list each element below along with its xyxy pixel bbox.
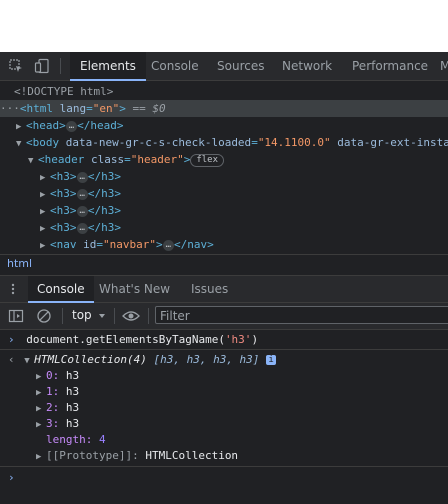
tab-elements[interactable]: Elements <box>70 52 146 81</box>
collapsed-content-ellipsis[interactable]: … <box>65 120 78 132</box>
body-node[interactable]: ▼ <body data-new-gr-c-s-check-loaded="14.… <box>16 134 448 151</box>
h3-node-1[interactable]: ▶ <h3>… </h3> <box>40 185 121 202</box>
drawer-tab-console[interactable]: Console <box>28 276 94 303</box>
head-node[interactable]: ▶ <head>… </head> <box>16 117 124 134</box>
main-tab-bar: Elements Console Sources Network Perform… <box>0 52 448 81</box>
clear-console-icon[interactable] <box>36 308 52 324</box>
drawer-tab-bar: Console What's New Issues <box>0 276 448 303</box>
collapse-triangle-icon[interactable]: ▼ <box>28 153 38 170</box>
sidebar-toggle-icon[interactable] <box>8 308 24 324</box>
breadcrumb-item-html[interactable]: html <box>7 257 32 270</box>
collapse-triangle-icon[interactable]: ▼ <box>16 136 26 153</box>
info-icon[interactable]: i <box>266 355 277 365</box>
breadcrumb: html <box>0 254 448 276</box>
filter-input[interactable]: Filter <box>155 306 448 324</box>
collapse-triangle-icon[interactable]: ▼ <box>24 353 34 369</box>
drawer-tab-issues[interactable]: Issues <box>191 276 228 302</box>
inspect-icon[interactable] <box>8 58 24 74</box>
console-output: › document.getElementsByTagName('h3') ‹ … <box>0 330 448 504</box>
result-item-3[interactable]: ▶ 3: h3 <box>36 416 79 432</box>
tab-sources[interactable]: Sources <box>217 52 264 80</box>
console-result-line[interactable]: ‹ ▼ HTMLCollection(4) [h3, h3, h3, h3] i <box>8 352 277 369</box>
doctype-line: <!DOCTYPE html> <box>14 85 114 98</box>
h3-node-0[interactable]: ▶ <h3>… </h3> <box>40 168 121 185</box>
context-selector[interactable]: top <box>72 308 92 322</box>
result-item-1[interactable]: ▶ 1: h3 <box>36 384 79 400</box>
console-toolbar: top Filter <box>0 303 448 330</box>
drawer-tab-whats-new[interactable]: What's New <box>99 276 170 302</box>
tab-performance[interactable]: Performance <box>352 52 428 80</box>
chevron-down-icon[interactable] <box>98 312 106 320</box>
nav-node[interactable]: ▶ <nav id="navbar">… </nav> <box>40 236 214 251</box>
result-length: length: 4 <box>46 433 106 446</box>
header-node[interactable]: ▼ <header class="header"> flex <box>28 151 225 170</box>
result-item-0[interactable]: ▶ 0: h3 <box>36 368 79 384</box>
expand-triangle-icon[interactable]: ▶ <box>40 238 50 251</box>
devtools-panel: Elements Console Sources Network Perform… <box>0 52 448 504</box>
toolbar-divider <box>60 58 61 74</box>
dom-tree: <!DOCTYPE html> ···<html lang="en"> == $… <box>0 81 448 251</box>
kebab-menu-icon[interactable] <box>10 283 16 295</box>
result-prototype[interactable]: ▶ [[Prototype]]: HTMLCollection <box>36 448 238 464</box>
eye-icon[interactable] <box>122 309 140 323</box>
flex-badge[interactable]: flex <box>190 153 225 167</box>
result-item-2[interactable]: ▶ 2: h3 <box>36 400 79 416</box>
h3-node-2[interactable]: ▶ <h3>… </h3> <box>40 202 121 219</box>
console-command-line: › document.getElementsByTagName('h3') <box>8 333 259 346</box>
h3-node-3[interactable]: ▶ <h3>… </h3> <box>40 219 121 236</box>
tab-more[interactable]: M <box>440 52 448 80</box>
tab-network[interactable]: Network <box>282 52 332 80</box>
html-node[interactable]: ···<html lang="en"> == $0 <box>0 100 448 117</box>
device-toggle-icon[interactable] <box>34 58 50 74</box>
tab-console[interactable]: Console <box>151 52 199 80</box>
console-prompt[interactable]: › <box>8 470 15 486</box>
